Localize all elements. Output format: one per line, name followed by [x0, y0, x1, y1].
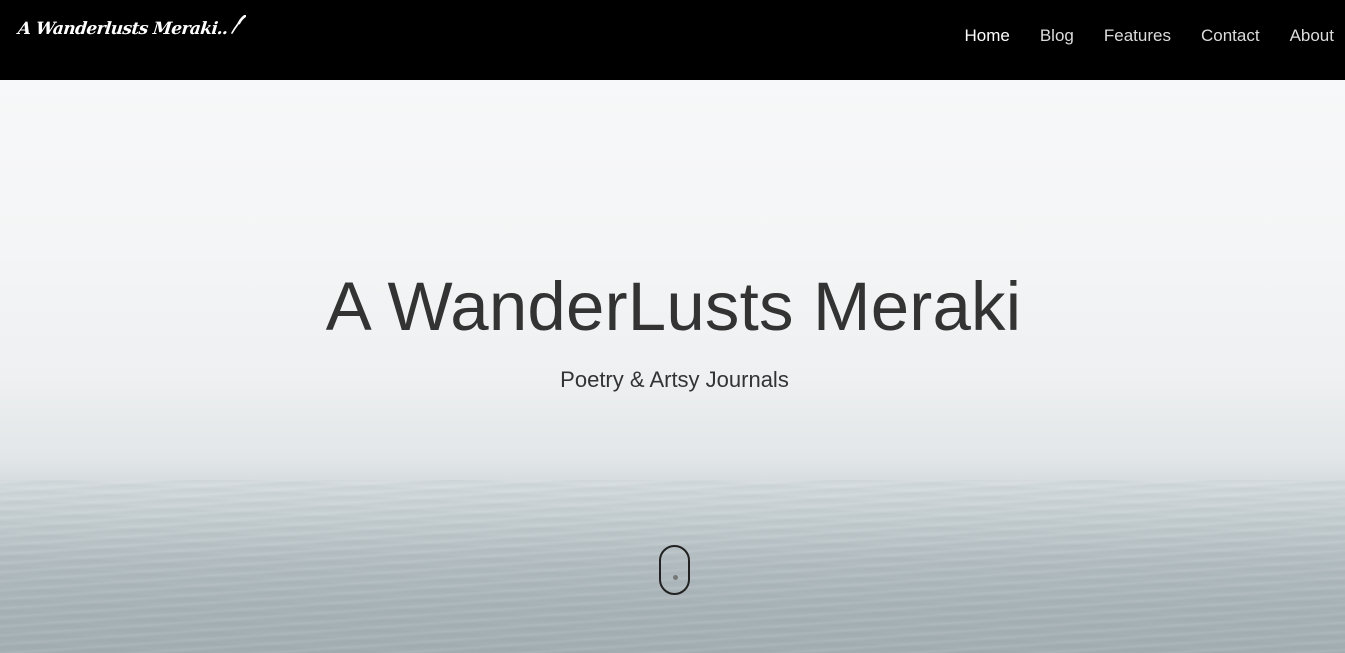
nav-about[interactable]: About	[1290, 26, 1334, 46]
scroll-mouse-icon[interactable]	[659, 545, 690, 595]
nav-contact[interactable]: Contact	[1201, 26, 1260, 46]
top-navbar: A Wanderlusts Meraki .. Home Blog Featur…	[0, 0, 1345, 80]
scroll-wheel-dot	[673, 575, 678, 580]
nav-blog[interactable]: Blog	[1040, 26, 1074, 46]
hero-subtitle: Poetry & Artsy Journals	[560, 367, 789, 392]
main-nav: Home Blog Features Contact About	[934, 0, 1334, 72]
hero-title: A WanderLusts Meraki	[325, 268, 1022, 345]
quill-icon	[230, 14, 247, 40]
site-logo[interactable]: A Wanderlusts Meraki ..	[16, 14, 247, 43]
nav-home[interactable]: Home	[964, 26, 1009, 46]
nav-features[interactable]: Features	[1104, 26, 1171, 46]
logo-suffix: ..	[216, 19, 230, 39]
hero-section: A WanderLusts Meraki Poetry & Artsy Jour…	[0, 80, 1345, 653]
logo-text: A Wanderlusts Meraki	[16, 19, 219, 39]
